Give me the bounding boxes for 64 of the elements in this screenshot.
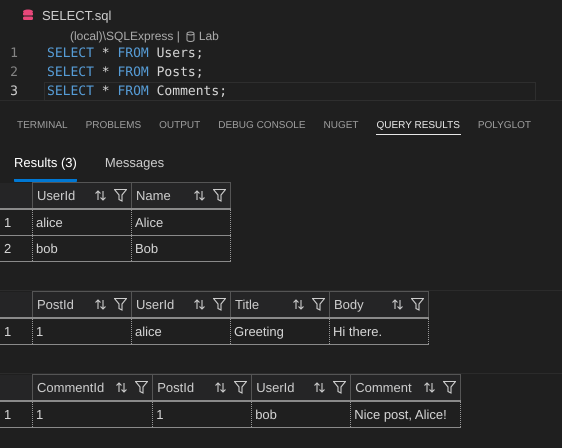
table-cell: Alice bbox=[132, 209, 230, 236]
panel-tab[interactable]: DEBUG CONSOLE bbox=[217, 120, 306, 135]
panel-tab[interactable]: QUERY RESULTS bbox=[376, 120, 461, 135]
sort-icon[interactable] bbox=[392, 299, 403, 310]
table-cell: 1 bbox=[152, 401, 252, 428]
filter-icon[interactable] bbox=[114, 189, 127, 202]
table-cell: bob bbox=[252, 401, 351, 428]
panel-tab[interactable]: NUGET bbox=[322, 120, 360, 135]
filter-icon[interactable] bbox=[442, 381, 456, 394]
column-name: PostId bbox=[157, 380, 196, 395]
table-cell: Greeting bbox=[230, 318, 330, 344]
row-number: 1 bbox=[0, 318, 32, 344]
panel-tab[interactable]: POLYGLOT bbox=[476, 120, 532, 135]
filter-icon[interactable] bbox=[114, 298, 127, 311]
connection-server: (local)\SQLExpress | bbox=[70, 29, 180, 43]
sort-icon[interactable] bbox=[293, 299, 304, 310]
filter-icon[interactable] bbox=[135, 381, 148, 394]
sort-icon[interactable] bbox=[95, 190, 106, 201]
panel-tab[interactable]: OUTPUT bbox=[158, 120, 202, 135]
code-line: SELECT * FROM Users; bbox=[46, 45, 205, 63]
database-name[interactable]: Lab bbox=[198, 29, 219, 43]
results-tab[interactable]: Messages bbox=[104, 155, 164, 182]
row-number: 2 bbox=[0, 236, 32, 262]
row-number: 1 bbox=[0, 209, 32, 236]
table-cell: alice bbox=[32, 209, 132, 236]
sort-icon[interactable] bbox=[194, 190, 205, 201]
sort-icon[interactable] bbox=[116, 382, 128, 393]
table-cell: Hi there. bbox=[330, 318, 428, 344]
sort-icon[interactable] bbox=[424, 382, 435, 393]
line-number: 2 bbox=[9, 65, 19, 80]
table-cell: alice bbox=[132, 318, 230, 344]
filter-icon[interactable] bbox=[312, 298, 325, 311]
filter-icon[interactable] bbox=[213, 298, 226, 311]
column-name: Comment bbox=[355, 380, 412, 395]
sort-icon[interactable] bbox=[194, 299, 205, 310]
line-number: 1 bbox=[9, 46, 19, 61]
sort-icon[interactable] bbox=[95, 299, 106, 310]
column-name: Body bbox=[334, 297, 365, 312]
sort-icon[interactable] bbox=[314, 382, 326, 393]
code-line: SELECT * FROM Posts; bbox=[46, 64, 205, 82]
column-name: UserId bbox=[37, 188, 76, 203]
filter-icon[interactable] bbox=[333, 381, 346, 394]
column-name: Name bbox=[136, 188, 172, 203]
database-icon bbox=[22, 9, 34, 21]
row-number: 1 bbox=[0, 401, 32, 428]
sort-icon[interactable] bbox=[215, 382, 226, 393]
column-name: UserId bbox=[256, 380, 296, 395]
panel-tab[interactable]: PROBLEMS bbox=[84, 120, 142, 135]
table-cell: 1 bbox=[32, 318, 132, 344]
column-name: PostId bbox=[37, 297, 75, 312]
column-name: Title bbox=[235, 297, 260, 312]
line-number: 3 bbox=[9, 84, 19, 99]
table-cell: bob bbox=[32, 236, 132, 262]
table-cell: 1 bbox=[32, 401, 153, 428]
filter-icon[interactable] bbox=[234, 381, 248, 394]
column-name: CommentId bbox=[37, 380, 104, 395]
file-tab-title[interactable]: SELECT.sql bbox=[42, 8, 112, 22]
filter-icon[interactable] bbox=[411, 298, 424, 311]
filter-icon[interactable] bbox=[213, 189, 226, 202]
table-cell: Bob bbox=[132, 236, 230, 262]
panel-tab[interactable]: TERMINAL bbox=[16, 120, 69, 135]
column-name: UserId bbox=[136, 297, 176, 312]
database-icon bbox=[186, 30, 195, 42]
table-cell: Nice post, Alice! bbox=[350, 401, 460, 428]
